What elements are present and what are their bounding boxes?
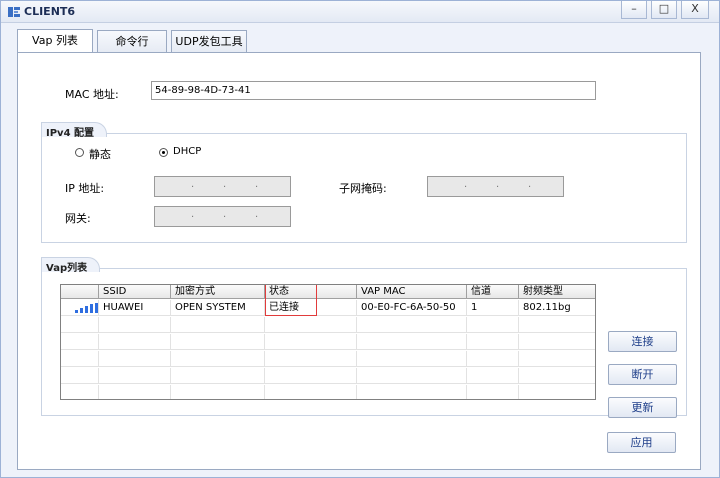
col-vap-mac-header[interactable]: VAP MAC xyxy=(357,285,467,299)
window-title: CLIENT6 xyxy=(24,5,76,18)
signal-cell xyxy=(61,300,99,316)
tab-command-line[interactable]: 命令行 xyxy=(97,30,167,52)
mac-address-field[interactable]: 54-89-98-4D-73-41 xyxy=(151,81,596,100)
table-header: SSID 加密方式 状态 VAP MAC 信道 射频类型 xyxy=(61,285,595,299)
gateway-label: 网关: xyxy=(65,212,91,225)
disconnect-button[interactable]: 断开 xyxy=(608,364,677,385)
col-encryption-header[interactable]: 加密方式 xyxy=(171,285,265,299)
tab-content-panel: MAC 地址: 54-89-98-4D-73-41 IPv4 配置 静态 DHC… xyxy=(17,52,701,470)
status-highlight-box xyxy=(265,285,317,316)
close-button[interactable]: X xyxy=(681,1,709,19)
col-radio-type-header[interactable]: 射频类型 xyxy=(519,285,595,299)
refresh-button[interactable]: 更新 xyxy=(608,397,677,418)
ipv4-config-group: IPv4 配置 静态 DHCP IP 地址: · · · 网关: · · · 子网掩码:… xyxy=(41,122,687,243)
dhcp-label: DHCP xyxy=(173,146,202,157)
gateway-field[interactable]: · · · xyxy=(154,206,291,227)
mac-label: MAC 地址: xyxy=(65,88,119,101)
encryption-cell: OPEN SYSTEM xyxy=(171,300,265,316)
table-row[interactable]: HUAWEI OPEN SYSTEM 已连接 00-E0-FC-6A-50-50… xyxy=(61,300,595,316)
vap-table[interactable]: SSID 加密方式 状态 VAP MAC 信道 射频类型 HUAWEI OPEN… xyxy=(60,284,596,400)
maximize-button[interactable]: □ xyxy=(651,1,677,19)
dhcp-radio[interactable] xyxy=(159,148,168,157)
vap-mac-cell: 00-E0-FC-6A-50-50 xyxy=(357,300,467,316)
table-row-empty xyxy=(61,317,595,333)
connect-button[interactable]: 连接 xyxy=(608,331,677,352)
apply-button[interactable]: 应用 xyxy=(607,432,676,453)
col-ssid-header[interactable]: SSID xyxy=(99,285,171,299)
tab-vap-list[interactable]: Vap 列表 xyxy=(17,29,93,53)
table-row-empty xyxy=(61,351,595,367)
minimize-button[interactable]: – xyxy=(621,1,647,19)
table-row-empty xyxy=(61,368,595,384)
ipv4-group-title: IPv4 配置 xyxy=(41,122,108,139)
static-label: 静态 xyxy=(89,148,111,161)
ssid-cell: HUAWEI xyxy=(99,300,171,316)
subnet-mask-field[interactable]: · · · xyxy=(427,176,564,197)
client-window: CLIENT6 – □ X Vap 列表 命令行 UDP发包工具 MAC 地址:… xyxy=(0,0,720,478)
ip-address-field[interactable]: · · · xyxy=(154,176,291,197)
vap-list-group: Vap列表 SSID 加密方式 状态 VAP MAC 信道 射频类型 HUAWE… xyxy=(41,257,687,418)
static-radio[interactable] xyxy=(75,148,84,157)
col-signal-header xyxy=(61,285,99,299)
table-row-empty xyxy=(61,385,595,399)
title-bar[interactable]: CLIENT6 – □ X xyxy=(1,1,719,23)
vap-group-title: Vap列表 xyxy=(41,257,101,274)
table-row-empty xyxy=(61,334,595,350)
ip-address-label: IP 地址: xyxy=(65,182,105,195)
channel-cell: 1 xyxy=(467,300,519,316)
radio-type-cell: 802.11bg xyxy=(519,300,595,316)
subnet-mask-label: 子网掩码: xyxy=(339,182,387,195)
tab-udp-tool[interactable]: UDP发包工具 xyxy=(171,30,247,52)
app-icon xyxy=(8,7,20,17)
signal-strength-icon xyxy=(75,303,99,313)
col-channel-header[interactable]: 信道 xyxy=(467,285,519,299)
